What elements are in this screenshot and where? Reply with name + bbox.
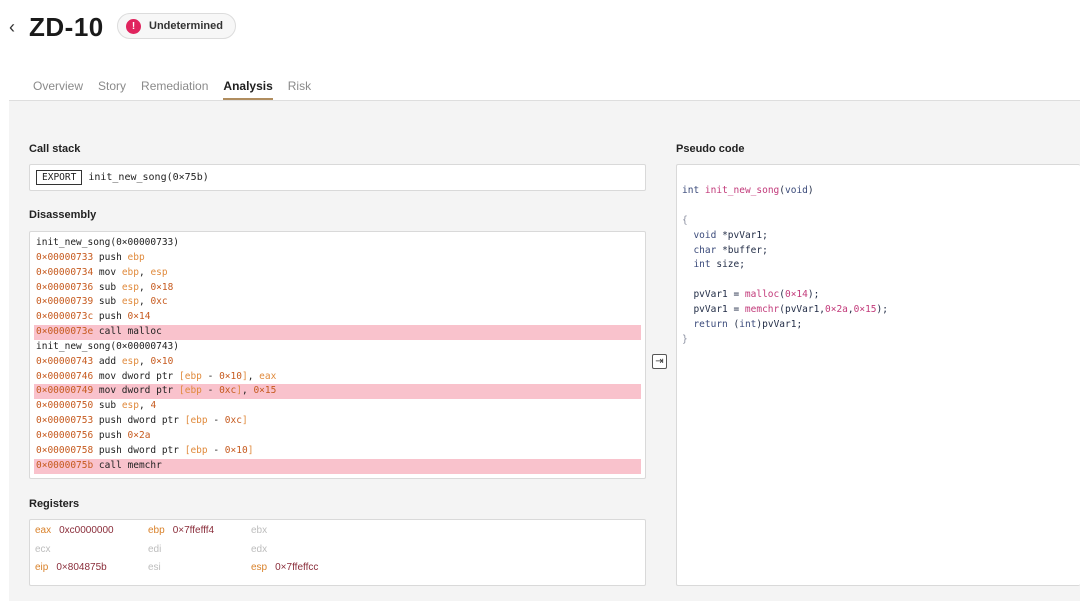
- registers-heading: Registers: [29, 498, 80, 510]
- disassembly-line[interactable]: 0×00000739 sub esp, 0xc: [34, 295, 641, 310]
- tab-analysis[interactable]: Analysis: [223, 79, 273, 100]
- register-name: ebx: [251, 525, 268, 536]
- disassembly-line[interactable]: init_new_song(0×00000743): [34, 340, 641, 355]
- disassembly-line[interactable]: 0×00000734 mov ebp, esp: [34, 266, 641, 281]
- arrow-into-box-icon[interactable]: ⇥: [652, 354, 667, 369]
- register-name: eax: [35, 525, 52, 536]
- disassembly-line[interactable]: 0×00000753 push dword ptr [ebp - 0xc]: [34, 414, 641, 429]
- disassembly-line[interactable]: 0×00000758 push dword ptr [ebp - 0×10]: [34, 444, 641, 459]
- pseudo-code-line: return (int)pvVar1;: [693, 319, 803, 331]
- register-value: 0xc0000000: [59, 525, 114, 536]
- pseudo-code-line: }: [682, 333, 688, 345]
- disassembly-line[interactable]: 0×0000073c push 0×14: [34, 310, 641, 325]
- disassembly-line-highlighted[interactable]: 0×00000749 mov dword ptr [ebp - 0xc], 0×…: [34, 384, 641, 400]
- pseudo-code-line: [682, 273, 1080, 288]
- register-esi: esi: [148, 562, 169, 573]
- register-name: esi: [148, 562, 161, 573]
- page-header: ‹ ZD-10 ! Undetermined: [0, 0, 1080, 56]
- pseudo-code-box: int init_new_song(void) { void *pvVar1; …: [676, 164, 1080, 586]
- register-value: 0×804875b: [56, 562, 107, 573]
- disassembly-line-highlighted[interactable]: 0×0000075b call memchr: [34, 458, 641, 474]
- disassembly-line[interactable]: 0×00000746 mov dword ptr [ebp - 0×10], e…: [34, 370, 641, 385]
- disassembly-line[interactable]: 0×00000756 push 0×2a: [34, 429, 641, 444]
- register-edx: edx: [251, 544, 275, 555]
- pseudo-code-line: int init_new_song(void): [682, 185, 814, 196]
- register-name: eip: [35, 562, 49, 573]
- register-eax: eax 0xc0000000: [35, 525, 114, 536]
- back-chevron-icon[interactable]: ‹: [9, 17, 15, 37]
- register-name: ecx: [35, 544, 51, 555]
- register-value: 0×7ffeffcc: [275, 562, 319, 573]
- tab-remediation[interactable]: Remediation: [141, 79, 208, 100]
- tab-risk[interactable]: Risk: [288, 79, 311, 100]
- register-name: ebp: [148, 525, 165, 536]
- disassembly-line[interactable]: init_new_song(0×00000733): [34, 236, 641, 251]
- call-stack-box: EXPORT init_new_song(0×75b): [29, 164, 646, 191]
- register-ebp: ebp 0×7ffefff4: [148, 525, 214, 536]
- register-name: edx: [251, 544, 268, 555]
- register-value: 0×7ffefff4: [172, 525, 215, 536]
- pseudo-code-line: pvVar1 = memchr(pvVar1,0×2a,0×15);: [682, 304, 888, 316]
- call-stack-heading: Call stack: [29, 143, 81, 155]
- status-label: Undetermined: [149, 20, 223, 32]
- pseudo-code-line: int size;: [693, 259, 745, 271]
- disassembly-heading: Disassembly: [29, 209, 97, 221]
- alert-icon: !: [126, 18, 141, 34]
- disassembly-line-highlighted[interactable]: 0×0000073e call malloc: [34, 325, 641, 340]
- register-name: esp: [251, 562, 268, 573]
- export-tag: EXPORT: [36, 170, 83, 185]
- disassembly-box: init_new_song(0×00000733) 0×00000733 push…: [29, 231, 646, 479]
- register-esp: esp 0×7ffeffcc: [251, 562, 318, 573]
- pseudo-code-line: pvVar1 = malloc(0×14);: [682, 289, 820, 301]
- register-eip: eip 0×804875b: [35, 562, 107, 573]
- register-ecx: ecx: [35, 544, 59, 555]
- pseudo-code-heading: Pseudo code: [676, 143, 745, 155]
- status-badge: ! Undetermined: [117, 13, 236, 39]
- disassembly-line[interactable]: 0×00000733 push ebp: [34, 251, 641, 266]
- tab-overview[interactable]: Overview: [33, 79, 83, 100]
- tab-bar: Overview Story Remediation Analysis Risk: [33, 79, 311, 100]
- register-name: edi: [148, 544, 162, 555]
- disassembly-line[interactable]: 0×00000736 sub esp, 0×18: [34, 281, 641, 296]
- disassembly-line[interactable]: 0×00000743 add esp, 0×10: [34, 355, 641, 370]
- register-edi: edi: [148, 544, 169, 555]
- pseudo-code-line: char *buffer;: [693, 244, 768, 256]
- pseudo-code-line: void *pvVar1;: [693, 229, 768, 241]
- disassembly-line[interactable]: 0×00000750 sub esp, 4: [34, 399, 641, 414]
- pseudo-code-line: {: [682, 214, 688, 226]
- pseudo-code-line: [682, 199, 1080, 214]
- page-title: ZD-10: [29, 12, 104, 42]
- call-stack-value[interactable]: init_new_song(0×75b): [88, 172, 208, 183]
- register-ebx: ebx: [251, 525, 275, 536]
- registers-box: eax 0xc0000000 ebp 0×7ffefff4 ebx ecx edi edx ei…: [29, 519, 646, 586]
- tab-story[interactable]: Story: [98, 79, 126, 100]
